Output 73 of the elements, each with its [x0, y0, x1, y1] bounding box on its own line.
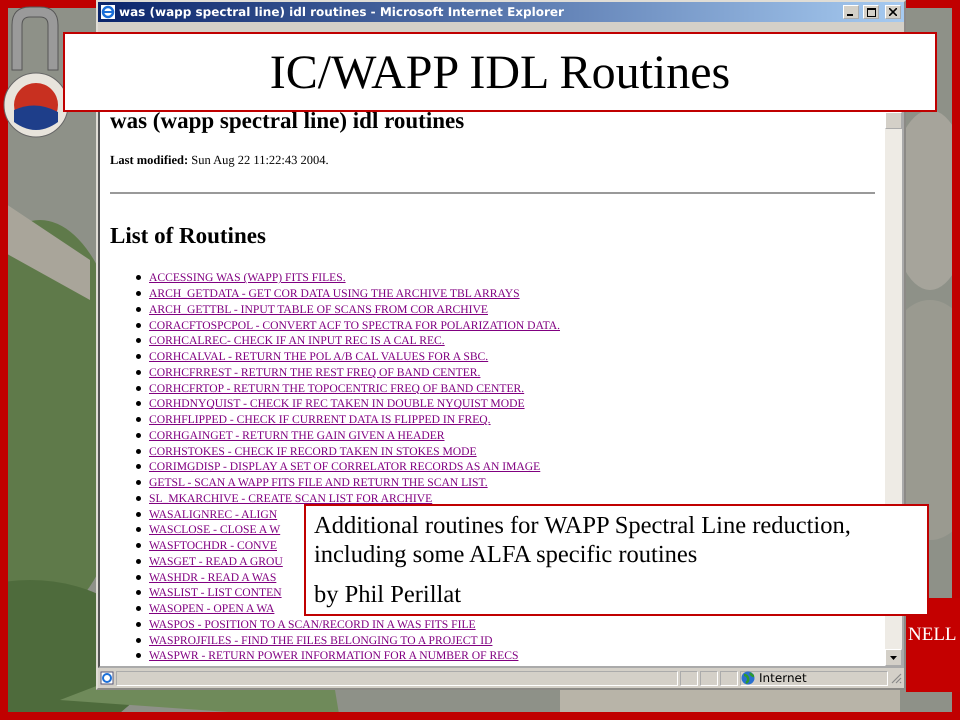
close-button[interactable] — [885, 5, 901, 19]
bullet-icon — [136, 464, 141, 470]
minimize-button[interactable] — [843, 5, 859, 19]
routine-link[interactable]: CORHFLIPPED - CHECK IF CURRENT DATA IS FLIPPED IN FREQ. — [149, 413, 491, 426]
bullet-icon — [136, 606, 141, 612]
bullet-icon — [136, 354, 141, 360]
close-icon — [889, 8, 897, 16]
corner-text: NELL — [908, 624, 957, 646]
routine-link[interactable]: ARCH_GETDATA - GET COR DATA USING THE ARCHIVE TBL ARRAYS — [149, 287, 520, 300]
bullet-icon — [136, 653, 141, 658]
bullet-icon — [136, 417, 141, 422]
slide-title: IC/WAPP IDL Routines — [63, 32, 937, 112]
routine-link[interactable]: CORHCFRREST - RETURN THE REST FREQ OF BAND CENTER. — [149, 366, 480, 379]
bullet-icon — [136, 638, 141, 643]
routine-link[interactable]: CORHCALVAL - RETURN THE POL A/B CAL VALUES FOR A SBC. — [149, 350, 488, 364]
routine-link[interactable]: WASGET - READ A GROU — [149, 554, 283, 568]
bullet-icon — [136, 322, 141, 328]
callout-text: by Phil Perillat — [314, 580, 462, 609]
bullet-icon — [136, 401, 141, 406]
bullet-icon — [136, 590, 141, 596]
routine-link[interactable]: CORHSTOKES - CHECK IF RECORD TAKEN IN STOKES MODE — [149, 444, 477, 458]
routine-link[interactable]: GETSL - SCAN A WAPP FITS FILE AND RETURN THE SCAN LIST. — [149, 476, 488, 490]
status-pane — [700, 670, 718, 686]
bullet-icon — [136, 527, 141, 532]
page-icon — [100, 671, 114, 685]
status-pane — [720, 670, 738, 686]
resize-grip-icon[interactable] — [890, 672, 902, 684]
routine-link[interactable]: CORHGAINGET - RETURN THE GAIN GIVEN A HEADER — [149, 428, 445, 442]
bullet-icon — [136, 432, 141, 438]
routine-link[interactable]: ACCESSING WAS (WAPP) FITS FILES. — [149, 271, 346, 284]
bullet-icon — [136, 291, 141, 296]
routine-link[interactable]: WASHDR - READ A WAS — [149, 570, 276, 584]
scrollbar-thumb[interactable] — [885, 112, 902, 129]
bullet-icon — [136, 512, 141, 517]
down-arrow-icon — [890, 656, 897, 660]
routine-link[interactable]: CORHDNYQUIST - CHECK IF REC TAKEN IN DOUBLE NYQUIST MODE — [149, 397, 525, 410]
bullet-icon — [136, 448, 141, 454]
routine-link[interactable]: WASPOS - POSITION TO A SCAN/RECORD IN A WAS FITS FILE — [149, 618, 476, 631]
callout-text: Additional routines for WAPP Spectral Line reduction, including some ALFA specific routines — [314, 511, 852, 569]
globe-icon — [741, 671, 755, 685]
maximize-icon — [866, 8, 876, 16]
bullet-icon — [136, 370, 141, 375]
scroll-down-button[interactable] — [885, 649, 902, 666]
bullet-icon — [136, 558, 141, 564]
section-heading: List of Routines — [110, 223, 267, 249]
bullet-icon — [136, 622, 141, 627]
routine-link[interactable]: CORHCALREC- CHECK IF AN INPUT REC IS A CAL REC. — [149, 334, 445, 348]
routine-link[interactable]: WASPWR - RETURN POWER INFORMATION FOR A NUMBER OF RECS — [149, 649, 518, 662]
routine-link[interactable]: ARCH_GETTBL - INPUT TABLE OF SCANS FROM COR ARCHIVE — [149, 302, 488, 316]
bullet-icon — [136, 306, 141, 312]
browser-icon — [101, 5, 115, 19]
routine-link[interactable]: WASCLOSE - CLOSE A W — [149, 523, 280, 536]
status-pane — [680, 670, 698, 686]
bullet-icon — [136, 338, 141, 344]
routine-link[interactable]: WASFTOCHDR - CONVE — [149, 539, 277, 552]
routine-link[interactable]: SL_MKARCHIVE - CREATE SCAN LIST FOR ARCHIVE — [149, 492, 432, 505]
routine-link[interactable]: WASPROJFILES - FIND THE FILES BELONGING TO A PROJECT ID — [149, 634, 492, 647]
window-title: was (wapp spectral line) idl routines - Microsoft Internet Explorer — [119, 5, 565, 19]
zone-label: Internet — [759, 671, 807, 685]
routine-link[interactable]: WASOPEN - OPEN A WA — [149, 602, 274, 616]
routine-link[interactable]: CORIMGDISP - DISPLAY A SET OF CORRELATOR RECORDS AS AN IMAGE — [149, 460, 540, 474]
routine-link[interactable]: CORACFTOSPCPOL - CONVERT ACF TO SPECTRA FOR POLARIZATION DATA. — [149, 318, 560, 332]
last-modified-text: Last modified: Sun Aug 22 11:22:43 2004. — [110, 153, 330, 168]
bullet-icon — [136, 386, 141, 391]
bullet-icon — [136, 496, 141, 501]
bullet-icon — [136, 574, 141, 580]
routine-link[interactable]: WASALIGNREC - ALIGN — [149, 508, 278, 521]
routine-link[interactable]: CORHCFRTOP - RETURN THE TOPOCENTRIC FREQ OF BAND CENTER. — [149, 382, 524, 395]
routine-link[interactable]: WASLIST - LIST CONTEN — [149, 586, 282, 600]
bullet-icon — [136, 275, 141, 280]
bullet-icon — [136, 480, 141, 486]
bullet-icon — [136, 543, 141, 548]
maximize-button[interactable] — [863, 5, 879, 19]
